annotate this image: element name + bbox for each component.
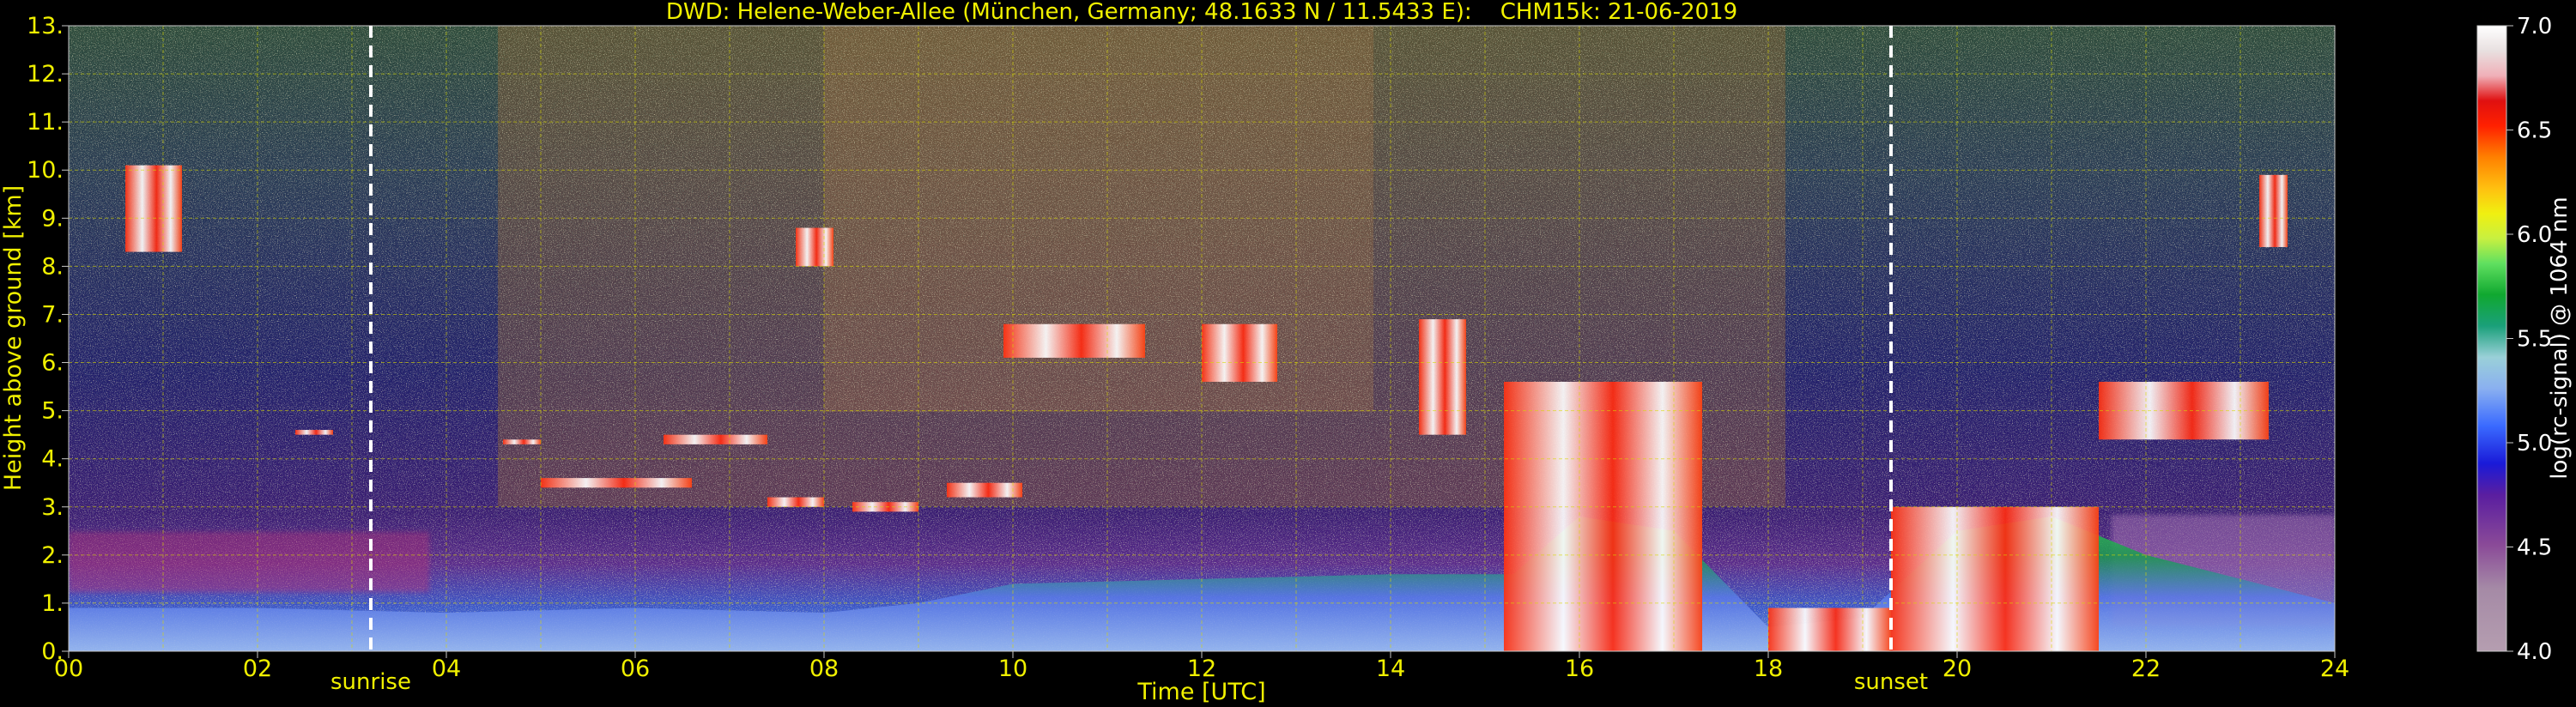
- y-tick-label: 9.: [41, 205, 64, 232]
- colorbar-label: log(rc-signal) @ 1064 nm: [2547, 196, 2573, 479]
- y-tick-label: 0.: [41, 638, 64, 665]
- cloud-layer-14: [1891, 506, 2099, 651]
- y-axis-label: Height above ground [km]: [0, 185, 27, 491]
- colorbar-tick-label: 7.0: [2517, 14, 2552, 39]
- y-tick-label: 10.: [27, 157, 64, 184]
- x-tick-label: 24: [2320, 656, 2349, 682]
- y-tick-label: 7.: [41, 301, 64, 328]
- chart-title: DWD: Helene-Weber-Allee (München, German…: [666, 0, 1737, 25]
- chart-svg: sunrise sunset 00 02 04 06 08 10 12 14 16 18 20 22 24…: [0, 0, 2573, 705]
- colorbar-gradient: [2476, 25, 2507, 652]
- y-tick-label: 12.: [27, 61, 64, 88]
- y-tick-label: 13.: [27, 13, 64, 39]
- cloud-layer-12: [1504, 381, 1702, 651]
- x-tick-label: 16: [1565, 656, 1594, 682]
- cloud-layer-1: [295, 430, 333, 435]
- colorbar-tick-label: 4.5: [2517, 535, 2552, 561]
- x-tick-label: 02: [243, 656, 272, 682]
- colorbar-ticks: 4.04.55.05.56.06.57.0: [2506, 14, 2552, 665]
- cloud-layer-8: [947, 482, 1022, 498]
- x-tick-label: 08: [809, 656, 839, 682]
- cloud-layer-0: [125, 165, 182, 252]
- colorbar-tick-label: 4.0: [2517, 639, 2552, 665]
- y-tick-label: 11.: [27, 109, 64, 136]
- cloud-layer-9: [1003, 323, 1145, 358]
- sunset-label: sunset: [1854, 669, 1928, 695]
- cloud-layer-2: [503, 439, 541, 444]
- y-tick-label: 1.: [41, 590, 64, 617]
- y-tick-label: 6.: [41, 350, 64, 377]
- x-tick-label: 14: [1376, 656, 1405, 682]
- colorbar-tick-label: 6.5: [2517, 118, 2552, 144]
- cloud-layer-4: [664, 434, 767, 444]
- y-tick-label: 3.: [41, 494, 64, 521]
- y-axis-ticks: 0. 1. 2. 3. 4. 5. 6. 7. 8. 9. 10. 11. 12. 13.: [27, 13, 69, 665]
- residual-layer-band: [69, 532, 429, 592]
- x-tick-label: 18: [1754, 656, 1783, 682]
- cloud-layer-6: [796, 227, 833, 267]
- cloud-layer-5: [767, 497, 824, 507]
- ceilometer-chart: sunrise sunset 00 02 04 06 08 10 12 14 16 18 20 22 24…: [0, 0, 2576, 707]
- x-tick-label: 10: [998, 656, 1027, 682]
- cloud-layer-16: [2259, 174, 2288, 247]
- plot-area: [69, 26, 2335, 651]
- y-tick-label: 2.: [41, 542, 64, 569]
- y-tick-label: 4.: [41, 446, 64, 473]
- x-tick-label: 06: [621, 656, 650, 682]
- y-tick-label: 5.: [41, 398, 64, 425]
- cloud-layer-10: [1202, 323, 1277, 382]
- x-tick-label: 04: [432, 656, 461, 682]
- cloud-layer-11: [1419, 319, 1466, 435]
- y-tick-label: 8.: [41, 253, 64, 280]
- colorbar: 4.04.55.05.56.06.57.0 log(rc-signal) @ 1…: [2476, 14, 2573, 665]
- x-axis-label: Time [UTC]: [1136, 679, 1265, 705]
- cloud-layer-13: [1768, 607, 1891, 651]
- cloud-layer-3: [541, 478, 692, 488]
- x-tick-label: 20: [1943, 656, 1972, 682]
- sunrise-label: sunrise: [330, 669, 411, 695]
- x-tick-label: 22: [2131, 656, 2161, 682]
